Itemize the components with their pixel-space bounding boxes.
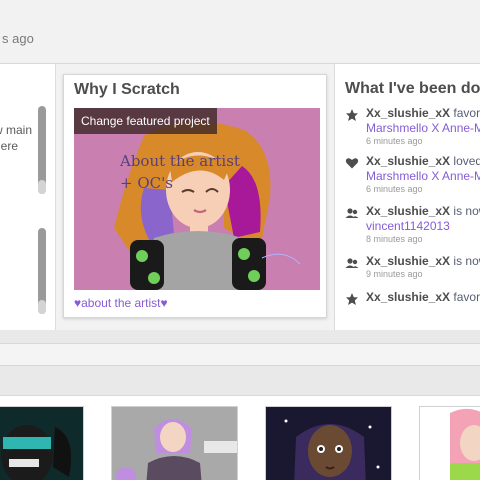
activity-user[interactable]: Xx_slushie_xX — [366, 254, 450, 268]
project-artwork — [0, 407, 83, 480]
about-me-text: w main here — [0, 122, 32, 154]
scrollbar-thumb[interactable] — [38, 180, 46, 194]
activity-target-link[interactable]: Marshmello X Anne-Ma — [366, 121, 480, 135]
activity-time: 6 minutes ago — [366, 184, 423, 194]
featured-artwork: About the artist + OC's — [74, 108, 320, 290]
activity-target-link[interactable]: vincent1142013 — [366, 219, 450, 233]
activity-time: 9 minutes ago — [366, 269, 423, 279]
featured-title: Why I Scratch — [74, 81, 180, 98]
profile-header-strip: s ago — [0, 0, 480, 64]
featured-project-thumbnail[interactable]: About the artist + OC's Change featured … — [74, 108, 320, 290]
project-artwork — [266, 407, 391, 480]
profile-row: w main here Why I Scratch — [0, 64, 480, 330]
star-icon — [346, 293, 358, 305]
activity-action: favorit — [453, 290, 480, 304]
art-caption-line: About the artist — [119, 152, 240, 170]
project-artwork — [420, 407, 480, 480]
activity-time: 8 minutes ago — [366, 234, 423, 244]
activity-time: 6 minutes ago — [366, 136, 423, 146]
about-me-panel: w main here — [0, 64, 56, 330]
activity-text: Xx_slushie_xX loved I — [366, 154, 480, 168]
joined-time-text: s ago — [2, 31, 34, 46]
about-me-scrollbar[interactable] — [38, 106, 46, 194]
activity-user[interactable]: Xx_slushie_xX — [366, 154, 450, 168]
activity-text: Xx_slushie_xX favorit — [366, 290, 480, 304]
projects-gallery — [0, 395, 480, 480]
activity-action: is now — [453, 254, 480, 268]
about-me-line: w main — [0, 123, 33, 137]
activity-action: favorit — [453, 106, 480, 120]
activity-text: Xx_slushie_xX is now — [366, 254, 480, 268]
activity-user[interactable]: Xx_slushie_xX — [366, 106, 450, 120]
featured-project-link[interactable]: ♥about the artist♥ — [74, 296, 168, 310]
project-thumbnail[interactable] — [265, 406, 392, 480]
people-icon — [345, 208, 359, 218]
activity-user[interactable]: Xx_slushie_xX — [366, 204, 450, 218]
project-thumbnail[interactable] — [0, 406, 84, 480]
activity-user[interactable]: Xx_slushie_xX — [366, 290, 450, 304]
art-caption-line: + OC's — [120, 174, 173, 192]
activity-text: Xx_slushie_xX is now — [366, 204, 480, 218]
scrollbar-thumb[interactable] — [38, 300, 46, 314]
activity-action: loved I — [453, 154, 480, 168]
project-thumbnail[interactable] — [111, 406, 238, 480]
star-icon — [346, 109, 358, 121]
activity-text: Xx_slushie_xX favorit — [366, 106, 480, 120]
working-on-scrollbar[interactable] — [38, 228, 46, 314]
people-icon — [345, 258, 359, 268]
project-artwork — [112, 407, 237, 480]
activity-target-link[interactable]: Marshmello X Anne-Ma — [366, 169, 480, 183]
project-thumbnail[interactable] — [419, 406, 480, 480]
about-me-line: here — [0, 139, 19, 153]
featured-project-box: Why I Scratch About the artist + OC's Ch… — [63, 74, 327, 318]
section-divider — [0, 343, 480, 366]
activity-panel: What I've been doi Xx_slushie_xX favorit… — [334, 64, 480, 330]
heart-icon — [345, 158, 359, 169]
activity-action: is now — [453, 204, 480, 218]
activity-title: What I've been doi — [345, 80, 480, 97]
change-featured-project-button[interactable]: Change featured project — [74, 108, 217, 134]
